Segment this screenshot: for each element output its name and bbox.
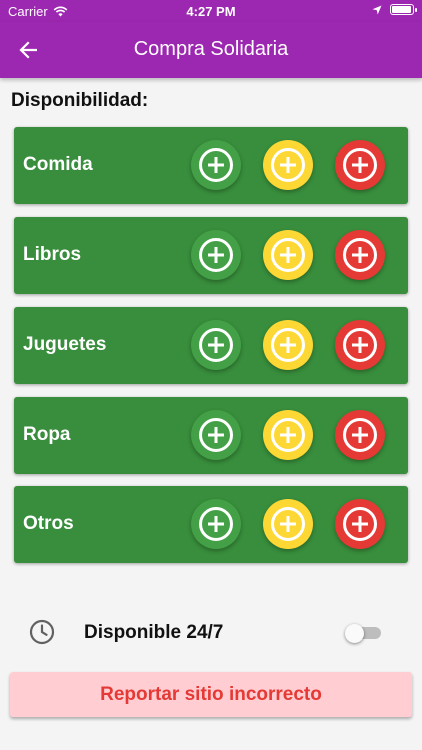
- add-circle-icon: [199, 238, 233, 272]
- category-card-libros: Libros: [14, 217, 408, 294]
- location-arrow-icon: [372, 5, 382, 14]
- green-add-button[interactable]: [191, 140, 241, 190]
- section-title: Disponibilidad:: [11, 90, 149, 111]
- category-card-otros: Otros: [14, 486, 408, 563]
- add-circle-icon: [343, 238, 377, 272]
- add-circle-icon: [271, 148, 305, 182]
- yellow-add-button[interactable]: [263, 140, 313, 190]
- add-circle-icon: [343, 328, 377, 362]
- add-circle-icon: [343, 418, 377, 452]
- add-circle-icon: [343, 148, 377, 182]
- add-circle-icon: [271, 238, 305, 272]
- status-right-group: [372, 4, 417, 15]
- yellow-add-button[interactable]: [263, 410, 313, 460]
- status-bar: Carrier 4:27 PM: [0, 0, 422, 22]
- yellow-add-button[interactable]: [263, 320, 313, 370]
- add-circle-icon: [343, 507, 377, 541]
- report-button-label: Reportar sitio incorrecto: [100, 683, 322, 705]
- add-circle-icon: [199, 418, 233, 452]
- clock-icon: [29, 619, 55, 645]
- availability-row: Disponible 24/7: [0, 612, 422, 652]
- green-add-button[interactable]: [191, 410, 241, 460]
- yellow-add-button[interactable]: [263, 230, 313, 280]
- green-add-button[interactable]: [191, 230, 241, 280]
- toggle-thumb: [345, 624, 364, 643]
- red-add-button[interactable]: [335, 499, 385, 549]
- category-label: Comida: [23, 154, 93, 175]
- green-add-button[interactable]: [191, 499, 241, 549]
- battery-icon: [390, 4, 417, 15]
- availability-label: Disponible 24/7: [84, 622, 224, 643]
- red-add-button[interactable]: [335, 410, 385, 460]
- category-label: Ropa: [23, 424, 71, 445]
- availability-toggle[interactable]: [345, 624, 383, 643]
- add-circle-icon: [199, 148, 233, 182]
- page-title: Compra Solidaria: [133, 38, 289, 60]
- report-incorrect-site-button[interactable]: Reportar sitio incorrecto: [10, 672, 412, 717]
- yellow-add-button[interactable]: [263, 499, 313, 549]
- add-circle-icon: [199, 507, 233, 541]
- category-card-ropa: Ropa: [14, 397, 408, 474]
- category-label: Otros: [23, 513, 74, 534]
- red-add-button[interactable]: [335, 320, 385, 370]
- red-add-button[interactable]: [335, 140, 385, 190]
- red-add-button[interactable]: [335, 230, 385, 280]
- status-time: 4:27 PM: [186, 4, 236, 19]
- category-label: Libros: [23, 244, 82, 265]
- add-circle-icon: [271, 418, 305, 452]
- add-circle-icon: [271, 328, 305, 362]
- app-bar: Compra Solidaria: [0, 22, 422, 78]
- category-label: Juguetes: [23, 334, 107, 355]
- category-card-juguetes: Juguetes: [14, 307, 408, 384]
- green-add-button[interactable]: [191, 320, 241, 370]
- category-card-comida: Comida: [14, 127, 408, 204]
- add-circle-icon: [199, 328, 233, 362]
- add-circle-icon: [271, 507, 305, 541]
